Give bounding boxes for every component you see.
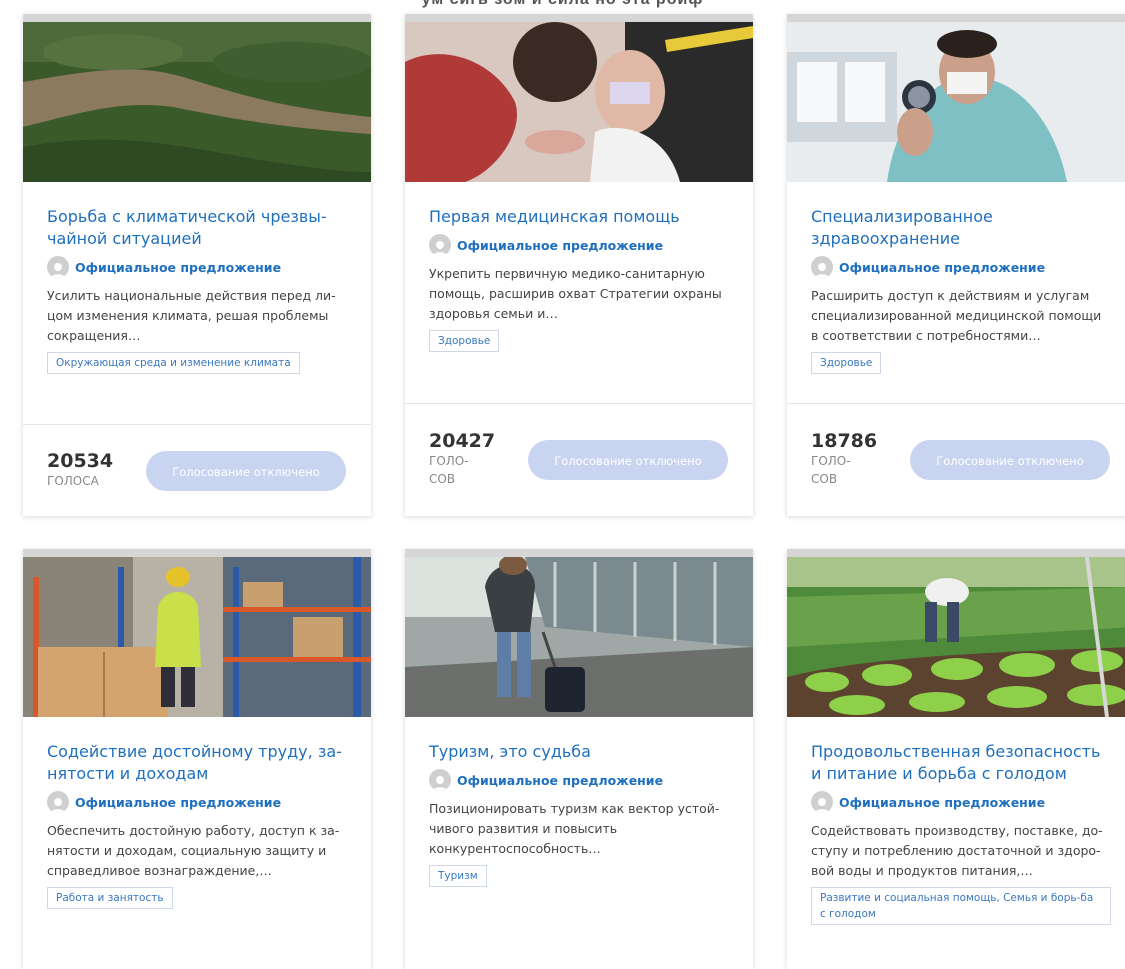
proposal-description: Усилить национальные действия перед ли-ц… — [47, 288, 336, 343]
card-top-strip — [787, 549, 1125, 557]
proposal-author: Официальное предложение — [429, 234, 729, 256]
card-top-strip — [405, 14, 753, 22]
proposal-description: Обеспечить достойную работу, доступ к за… — [47, 823, 340, 878]
proposal-image[interactable] — [405, 557, 753, 717]
card-divider — [405, 403, 753, 404]
card-body: Туризм, это судьба Официальное предложен… — [405, 741, 753, 887]
vote-button[interactable]: Голосование отключено — [528, 440, 728, 480]
proposal-author: Официальное предложение — [429, 769, 729, 791]
card-top-strip — [23, 14, 371, 22]
proposal-title-link[interactable]: Первая медицинская помощь — [429, 206, 729, 228]
avatar-icon — [429, 769, 451, 791]
proposal-title-link[interactable]: Специализированное здравоохранение — [811, 206, 1111, 250]
card-body: Специализированное здравоохранение Офици… — [787, 206, 1125, 374]
river-forest-image — [23, 22, 371, 182]
proposal-title-link[interactable]: Содействие достойному труду, за-нятости … — [47, 741, 347, 785]
proposal-author: Официальное предложение — [811, 256, 1111, 278]
proposal-image[interactable] — [787, 22, 1125, 182]
doctor-image — [787, 22, 1125, 182]
avatar-icon — [47, 256, 69, 278]
proposal-title-link[interactable]: Продовольственная безопасность и питание… — [811, 741, 1111, 785]
avatar-icon — [47, 791, 69, 813]
card-body: Содействие достойному труду, за-нятости … — [23, 741, 371, 909]
author-name-link[interactable]: Официальное предложение — [75, 260, 281, 275]
card-divider — [787, 403, 1125, 404]
card-body: Первая медицинская помощь Официальное пр… — [405, 206, 753, 352]
garden-image — [787, 557, 1125, 717]
proposal-author: Официальное предложение — [811, 791, 1111, 813]
proposal-tag[interactable]: Здоровье — [811, 352, 882, 374]
vaccination-image — [405, 22, 753, 182]
proposal-card: Туризм, это судьба Официальное предложен… — [405, 549, 753, 969]
card-body: Борьба с климатической чрезвы-чайной сит… — [23, 206, 371, 374]
vote-button[interactable]: Голосование отключено — [910, 440, 1110, 480]
author-name-link[interactable]: Официальное предложение — [839, 795, 1045, 810]
proposal-image[interactable] — [23, 22, 371, 182]
proposal-author: Официальное предложение — [47, 791, 347, 813]
avatar-icon — [429, 234, 451, 256]
proposal-tag[interactable]: Туризм — [429, 865, 487, 887]
proposal-card: Специализированное здравоохранение Офици… — [787, 14, 1125, 516]
votes-count: 20427 — [429, 430, 496, 452]
proposal-description: Расширить доступ к действиям и услугам с… — [811, 288, 1102, 343]
author-name-link[interactable]: Официальное предложение — [457, 238, 663, 253]
votes-label: голоса — [47, 474, 99, 488]
votes-counter: 20427 голо-сов — [429, 430, 495, 488]
proposal-tag[interactable]: Развитие и социальная помощь, Семья и бо… — [811, 887, 1111, 925]
proposal-title-link[interactable]: Борьба с климатической чрезвы-чайной сит… — [47, 206, 347, 250]
card-top-strip — [405, 549, 753, 557]
proposal-author: Официальное предложение — [47, 256, 347, 278]
vote-button[interactable]: Голосование отключено — [146, 451, 346, 491]
proposal-description: Позиционировать туризм как вектор устой-… — [429, 801, 720, 856]
proposals-grid: Борьба с климатической чрезвы-чайной сит… — [0, 0, 1125, 969]
votes-counter: 18786 голо-сов — [811, 430, 877, 488]
avatar-icon — [811, 791, 833, 813]
proposal-tag[interactable]: Окружающая среда и изменение климата — [47, 352, 300, 374]
votes-counter: 20534 голоса — [47, 450, 113, 490]
author-name-link[interactable]: Официальное предложение — [457, 773, 663, 788]
avatar-icon — [811, 256, 833, 278]
votes-label: голо-сов — [429, 454, 469, 486]
traveler-image — [405, 557, 753, 717]
votes-count: 18786 — [811, 430, 878, 452]
warehouse-image — [23, 557, 371, 717]
proposal-description: Содействовать производству, поставке, до… — [811, 823, 1103, 878]
proposal-card: Первая медицинская помощь Официальное пр… — [405, 14, 753, 516]
card-top-strip — [23, 549, 371, 557]
proposal-title-link[interactable]: Туризм, это судьба — [429, 741, 729, 763]
votes-label: голо-сов — [811, 454, 851, 486]
proposal-tag[interactable]: Здоровье — [429, 330, 500, 352]
proposal-card: Содействие достойному труду, за-нятости … — [23, 549, 371, 969]
proposal-description: Укрепить первичную медико-санитарную пом… — [429, 266, 722, 321]
card-body: Продовольственная безопасность и питание… — [787, 741, 1125, 925]
votes-count: 20534 — [47, 450, 114, 472]
card-divider — [23, 424, 371, 425]
proposal-image[interactable] — [405, 22, 753, 182]
card-top-strip — [787, 14, 1125, 22]
author-name-link[interactable]: Официальное предложение — [839, 260, 1045, 275]
proposal-card: Продовольственная безопасность и питание… — [787, 549, 1125, 969]
author-name-link[interactable]: Официальное предложение — [75, 795, 281, 810]
proposal-image[interactable] — [787, 557, 1125, 717]
proposal-card: Борьба с климатической чрезвы-чайной сит… — [23, 14, 371, 516]
proposal-tag[interactable]: Работа и занятость — [47, 887, 173, 909]
proposal-image[interactable] — [23, 557, 371, 717]
